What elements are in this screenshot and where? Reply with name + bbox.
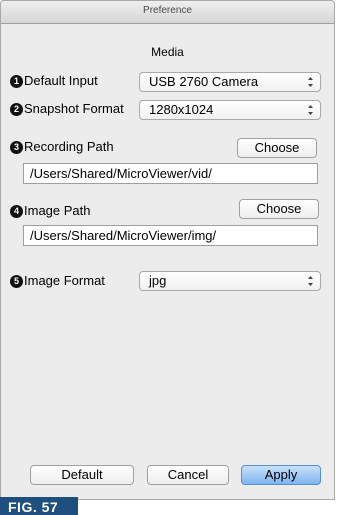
image-path-field[interactable]: /Users/Shared/MicroViewer/img/ [23,225,318,246]
updown-arrows-icon [308,276,313,286]
snapshot-format-select[interactable]: 1280x1024 [139,100,321,120]
image-path-choose-button[interactable]: Choose [239,199,319,219]
step-5-badge: 5 [10,275,23,288]
image-format-select[interactable]: jpg [139,271,321,291]
figure-label: FIG. 57 [0,497,78,515]
preference-window: Preference Media 1 Default Input USB 276… [0,0,335,500]
snapshot-format-value: 1280x1024 [149,102,214,117]
updown-arrows-icon [308,77,313,87]
cancel-button[interactable]: Cancel [147,465,229,485]
updown-arrows-icon [308,105,313,115]
default-button[interactable]: Default [30,465,134,485]
default-input-value: USB 2760 Camera [149,74,259,89]
image-format-label: Image Format [24,273,105,288]
section-title: Media [151,45,184,59]
apply-button[interactable]: Apply [241,465,321,485]
default-input-select[interactable]: USB 2760 Camera [139,72,321,92]
recording-path-label: Recording Path [24,139,114,154]
image-format-value: jpg [149,273,167,288]
step-3-badge: 3 [10,141,23,154]
step-2-badge: 2 [10,103,23,116]
snapshot-format-label: Snapshot Format [24,101,124,116]
default-input-label: Default Input [24,73,98,88]
step-4-badge: 4 [10,205,23,218]
window-title: Preference [143,5,192,16]
step-1-badge: 1 [10,75,23,88]
image-path-label: Image Path [24,203,91,218]
recording-path-choose-button[interactable]: Choose [237,138,317,158]
recording-path-field[interactable]: /Users/Shared/MicroViewer/vid/ [23,163,318,184]
title-bar[interactable]: Preference [1,1,334,24]
